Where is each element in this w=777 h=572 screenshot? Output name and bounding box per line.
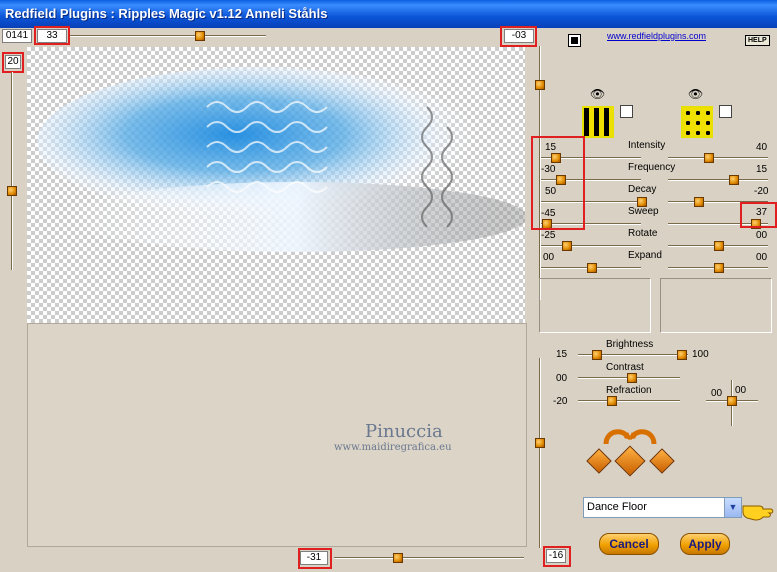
- highlight-top-right: [500, 26, 537, 47]
- frequency-right-thumb[interactable]: [729, 175, 739, 185]
- intensity-right-value: 40: [756, 142, 768, 153]
- left-slider-thumb[interactable]: [7, 186, 17, 196]
- bottom-slider-thumb[interactable]: [393, 553, 403, 563]
- rotate-label: Rotate: [628, 228, 658, 239]
- bottom-slider-track[interactable]: [334, 557, 524, 559]
- cancel-button[interactable]: Cancel: [599, 533, 659, 555]
- help-button[interactable]: HELP: [745, 35, 770, 46]
- expand-right-thumb[interactable]: [714, 263, 724, 273]
- brightness-left-thumb[interactable]: [592, 350, 602, 360]
- frequency-right-value: 15: [756, 164, 768, 175]
- preview-lower-area: [27, 323, 527, 547]
- frequency-right-track[interactable]: [668, 179, 768, 181]
- highlight-top-value: [34, 26, 70, 45]
- rotate-left-value: -25: [541, 230, 556, 241]
- chevron-down-icon[interactable]: ▼: [724, 498, 741, 517]
- brightness-label: Brightness: [606, 339, 654, 350]
- stripes-pattern-icon[interactable]: [582, 106, 614, 138]
- cross-left-value: 00: [711, 388, 723, 399]
- intensity-right-track[interactable]: [668, 157, 768, 159]
- brightness-right-value: 100: [692, 349, 709, 360]
- dots-pattern-icon[interactable]: [681, 106, 713, 138]
- rotate-right-value: 00: [756, 230, 768, 241]
- preview-panel-right: [660, 278, 772, 333]
- intensity-right-thumb[interactable]: [704, 153, 714, 163]
- highlight-left-value: [2, 52, 24, 73]
- contrast-value: 00: [556, 373, 568, 384]
- decay-right-thumb[interactable]: [694, 197, 704, 207]
- highlight-sweep-value: [740, 202, 777, 228]
- refraction-track[interactable]: [578, 400, 680, 402]
- cross-thumb[interactable]: [727, 396, 737, 406]
- right-bottom-slider-track[interactable]: [539, 358, 541, 548]
- rotate-arrows-icon[interactable]: [602, 424, 658, 446]
- refraction-value: -20: [553, 396, 568, 407]
- refraction-thumb[interactable]: [607, 396, 617, 406]
- preset-dropdown[interactable]: Dance Floor ▼: [583, 497, 742, 518]
- brightness-left-value: 15: [556, 349, 568, 360]
- apply-button[interactable]: Apply: [680, 533, 730, 555]
- intensity-label: Intensity: [628, 140, 666, 151]
- top-slider-thumb[interactable]: [195, 31, 205, 41]
- rotate-left-thumb[interactable]: [562, 241, 572, 251]
- eye-icon: 👁: [590, 87, 606, 101]
- left-slider-track[interactable]: [11, 72, 13, 270]
- watermark-title: Pinuccia: [365, 421, 443, 442]
- color-swatch[interactable]: [568, 34, 581, 47]
- cross-right-value: 00: [735, 385, 747, 396]
- right-bottom-slider-thumb[interactable]: [535, 438, 545, 448]
- highlight-left-values: [531, 136, 585, 230]
- site-link[interactable]: www.redfieldplugins.com: [607, 31, 706, 41]
- preview-canvas[interactable]: [27, 47, 525, 323]
- sweep-label: Sweep: [628, 206, 659, 217]
- highlight-bottom-value: [298, 548, 332, 569]
- contrast-thumb[interactable]: [627, 373, 637, 383]
- refraction-label: Refraction: [606, 385, 652, 396]
- highlight-vertical-value: [543, 546, 571, 567]
- title-bar: Redfield Plugins : Ripples Magic v1.12 A…: [0, 0, 777, 28]
- decay-label: Decay: [628, 184, 657, 195]
- expand-right-value: 00: [756, 252, 768, 263]
- top-slider-track[interactable]: [70, 35, 266, 37]
- watermark-site: www.maidiregrafica.eu: [334, 442, 452, 453]
- dots-checkbox[interactable]: [719, 105, 732, 118]
- decay-right-value: -20: [754, 186, 769, 197]
- preset-selected: Dance Floor: [587, 501, 647, 513]
- expand-left-value: 00: [543, 252, 555, 263]
- contrast-label: Contrast: [606, 362, 644, 373]
- ripple-preview-image: [37, 67, 525, 252]
- eye-icon: 👁: [688, 87, 704, 101]
- brightness-right-thumb[interactable]: [677, 350, 687, 360]
- preview-panel-left: [539, 278, 651, 333]
- frequency-label: Frequency: [628, 162, 676, 173]
- pointing-hand-icon: [742, 505, 774, 521]
- plugin-window: Redfield Plugins : Ripples Magic v1.12 A…: [0, 0, 777, 572]
- rotate-right-thumb[interactable]: [714, 241, 724, 251]
- counter-field[interactable]: 0141: [2, 29, 32, 43]
- right-top-slider-thumb[interactable]: [535, 80, 545, 90]
- rotate-left-track[interactable]: [541, 245, 641, 247]
- stripes-checkbox[interactable]: [620, 105, 633, 118]
- expand-left-thumb[interactable]: [587, 263, 597, 273]
- window-title: Redfield Plugins : Ripples Magic v1.12 A…: [5, 6, 328, 21]
- expand-label: Expand: [628, 250, 662, 261]
